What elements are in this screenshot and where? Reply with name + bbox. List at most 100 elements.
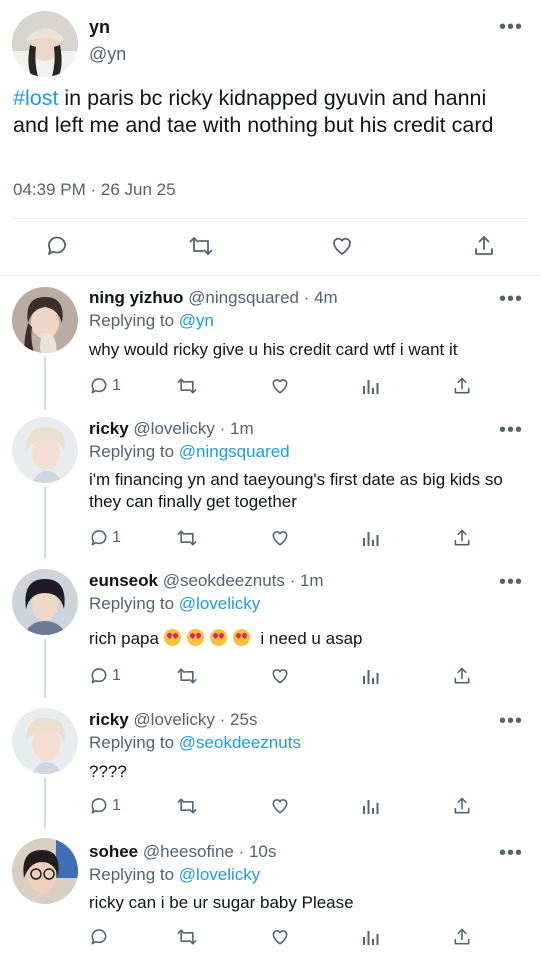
- reply-icon[interactable]: [45, 234, 69, 258]
- analytics-icon[interactable]: [361, 796, 381, 816]
- divider: [13, 218, 528, 219]
- reply-text-part: i need u asap: [255, 629, 363, 648]
- thread-line: [44, 778, 46, 828]
- hashtag-link[interactable]: #lost: [13, 86, 58, 110]
- author-meta[interactable]: @heesofine · 10s: [138, 842, 277, 861]
- heart-icon[interactable]: [270, 528, 290, 548]
- thread-line: [44, 487, 46, 558]
- author-meta[interactable]: @lovelicky · 1m: [129, 419, 253, 438]
- replying-to: Replying to @lovelicky: [89, 594, 260, 614]
- replying-label: Replying to: [89, 442, 179, 461]
- avatar[interactable]: [12, 287, 78, 353]
- thread-line: [44, 402, 46, 410]
- analytics-icon[interactable]: [361, 927, 381, 947]
- more-icon[interactable]: •••: [499, 711, 523, 731]
- reply-text: why would ricky give u his credit card w…: [89, 340, 458, 359]
- author-meta[interactable]: @seokdeeznuts · 1m: [158, 571, 324, 590]
- heart-icon[interactable]: [330, 234, 354, 258]
- share-icon[interactable]: [452, 927, 472, 947]
- reply-action[interactable]: [89, 927, 112, 947]
- replying-label: Replying to: [89, 733, 179, 752]
- heart-eyes-emoji-icon: [209, 629, 227, 646]
- share-icon[interactable]: [452, 528, 472, 548]
- mention-link[interactable]: @lovelicky: [179, 865, 261, 884]
- reply-header: sohee @heesofine · 10s: [89, 842, 276, 862]
- reply-action[interactable]: 1: [89, 376, 121, 396]
- heart-icon[interactable]: [270, 796, 290, 816]
- author-meta[interactable]: @lovelicky · 25s: [129, 710, 257, 729]
- share-icon[interactable]: [472, 234, 496, 258]
- mention-link[interactable]: @lovelicky: [179, 594, 261, 613]
- tweet-body: in paris bc ricky kidnapped gyuvin and h…: [13, 86, 494, 137]
- more-icon[interactable]: •••: [499, 843, 523, 863]
- reply-text: ????: [89, 762, 127, 781]
- reply-text-part: rich papa: [89, 629, 164, 648]
- author-name[interactable]: eunseok: [89, 571, 158, 590]
- reply-icon: [91, 929, 107, 945]
- retweet-icon[interactable]: [176, 796, 198, 816]
- reply-tweet[interactable]: ricky @lovelicky · 25s ••• Replying to @…: [0, 698, 541, 828]
- retweet-icon[interactable]: [176, 927, 198, 947]
- author-name[interactable]: ricky: [89, 419, 129, 438]
- reply-text: ricky can i be ur sugar baby Please: [89, 893, 354, 912]
- share-icon[interactable]: [452, 796, 472, 816]
- heart-eyes-emoji-icon: [232, 629, 250, 646]
- heart-icon[interactable]: [270, 666, 290, 686]
- reply-icon: [91, 530, 107, 546]
- heart-icon[interactable]: [270, 927, 290, 947]
- avatar[interactable]: [12, 417, 78, 483]
- avatar[interactable]: [12, 11, 78, 77]
- retweet-icon[interactable]: [176, 528, 198, 548]
- reply-action[interactable]: 1: [89, 666, 121, 686]
- replying-to: Replying to @seokdeeznuts: [89, 733, 301, 753]
- reply-icon: [91, 798, 107, 814]
- mention-link[interactable]: @yn: [179, 311, 214, 330]
- more-icon[interactable]: •••: [499, 420, 523, 440]
- author-meta[interactable]: @ningsquared · 4m: [183, 288, 338, 307]
- author-name[interactable]: ning yizhuo: [89, 288, 183, 307]
- mention-link[interactable]: @seokdeeznuts: [179, 733, 301, 752]
- tweet-timestamp[interactable]: 04:39 PM · 26 Jun 25: [13, 180, 176, 200]
- retweet-icon[interactable]: [188, 234, 214, 258]
- reply-tweet[interactable]: ning yizhuo @ningsquared · 4m ••• Replyi…: [0, 276, 541, 402]
- author-name[interactable]: sohee: [89, 842, 138, 861]
- reply-tweet[interactable]: eunseok @seokdeeznuts · 1m ••• Replying …: [0, 558, 541, 698]
- more-icon[interactable]: •••: [499, 572, 523, 592]
- reply-count: 1: [112, 797, 121, 814]
- tweet-text: #lost in paris bc ricky kidnapped gyuvin…: [13, 85, 528, 139]
- replying-label: Replying to: [89, 594, 179, 613]
- reply-icon: [91, 378, 107, 394]
- analytics-icon[interactable]: [361, 376, 381, 396]
- reply-icon: [91, 668, 107, 684]
- reply-text: i'm financing yn and taeyoung's first da…: [89, 470, 503, 511]
- thread-line: [44, 357, 46, 402]
- heart-eyes-emoji-icon: [163, 629, 181, 646]
- analytics-icon[interactable]: [361, 666, 381, 686]
- main-tweet: yn @yn ••• #lost in paris bc ricky kidna…: [0, 0, 541, 275]
- more-icon[interactable]: •••: [499, 17, 523, 37]
- reply-tweet[interactable]: ricky @lovelicky · 1m ••• Replying to @n…: [0, 402, 541, 558]
- avatar[interactable]: [12, 838, 78, 904]
- reply-count: 1: [112, 529, 121, 546]
- more-icon[interactable]: •••: [499, 289, 523, 309]
- heart-icon[interactable]: [270, 376, 290, 396]
- reply-action[interactable]: 1: [89, 528, 121, 548]
- mention-link[interactable]: @ningsquared: [179, 442, 290, 461]
- analytics-icon[interactable]: [361, 528, 381, 548]
- retweet-icon[interactable]: [176, 376, 198, 396]
- reply-action[interactable]: 1: [89, 796, 121, 816]
- author-name[interactable]: ricky: [89, 710, 129, 729]
- author-name[interactable]: yn: [89, 17, 110, 38]
- share-icon[interactable]: [452, 376, 472, 396]
- author-handle[interactable]: @yn: [89, 44, 126, 65]
- replying-to: Replying to @lovelicky: [89, 865, 260, 885]
- reply-header: eunseok @seokdeeznuts · 1m: [89, 571, 324, 591]
- replying-to: Replying to @yn: [89, 311, 214, 331]
- share-icon[interactable]: [452, 666, 472, 686]
- avatar[interactable]: [12, 708, 78, 774]
- retweet-icon[interactable]: [176, 666, 198, 686]
- avatar[interactable]: [12, 569, 78, 635]
- reply-count: 1: [112, 667, 121, 684]
- reply-header: ning yizhuo @ningsquared · 4m: [89, 288, 338, 308]
- reply-tweet[interactable]: sohee @heesofine · 10s ••• Replying to @…: [0, 828, 541, 960]
